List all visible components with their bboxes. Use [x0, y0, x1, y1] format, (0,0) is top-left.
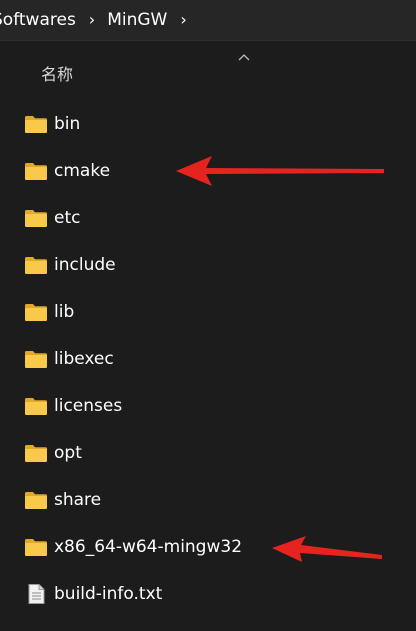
text-file-icon [28, 584, 45, 604]
folder-icon [25, 116, 47, 133]
folder-icon [25, 210, 47, 227]
folder-row[interactable]: lib [0, 289, 416, 335]
folder-row[interactable]: libexec [0, 336, 416, 382]
item-name: opt [54, 443, 82, 463]
folder-icon [25, 539, 47, 556]
column-header: 名称 [0, 41, 416, 101]
breadcrumb-item-softwares[interactable]: Softwares [0, 0, 76, 40]
folder-icon [25, 163, 47, 180]
folder-row[interactable]: cmake [0, 148, 416, 194]
file-row[interactable]: build-info.txt [0, 571, 416, 617]
item-name: etc [54, 208, 81, 228]
file-explorer-window: Softwares › MinGW › 名称 bin cmake etc includ… [0, 0, 416, 631]
item-name: libexec [54, 349, 114, 369]
item-name: include [54, 255, 116, 275]
breadcrumb-chevron-icon[interactable]: › [180, 0, 186, 40]
breadcrumb: Softwares › MinGW › [0, 0, 416, 41]
folder-row[interactable]: etc [0, 195, 416, 241]
item-name: x86_64-w64-mingw32 [54, 537, 243, 557]
folder-row[interactable]: include [0, 242, 416, 288]
folder-icon [25, 304, 47, 321]
item-name: licenses [54, 396, 123, 416]
folder-icon [25, 492, 47, 509]
item-name: cmake [54, 161, 111, 181]
folder-icon [25, 351, 47, 368]
folder-row[interactable]: share [0, 477, 416, 523]
breadcrumb-separator-icon[interactable]: › [89, 0, 95, 40]
item-name: build-info.txt [54, 584, 163, 604]
folder-row[interactable]: opt [0, 430, 416, 476]
folder-row[interactable]: licenses [0, 383, 416, 429]
item-name: bin [54, 114, 81, 134]
item-name: lib [54, 302, 75, 322]
folder-icon [25, 257, 47, 274]
item-name: share [54, 490, 102, 510]
folder-icon [25, 445, 47, 462]
folder-row[interactable]: x86_64-w64-mingw32 [0, 524, 416, 570]
breadcrumb-item-mingw[interactable]: MinGW [107, 0, 167, 40]
folder-row[interactable]: bin [0, 101, 416, 147]
sort-ascending-icon[interactable] [238, 53, 250, 61]
column-header-name[interactable]: 名称 [41, 65, 73, 85]
folder-icon [25, 398, 47, 415]
